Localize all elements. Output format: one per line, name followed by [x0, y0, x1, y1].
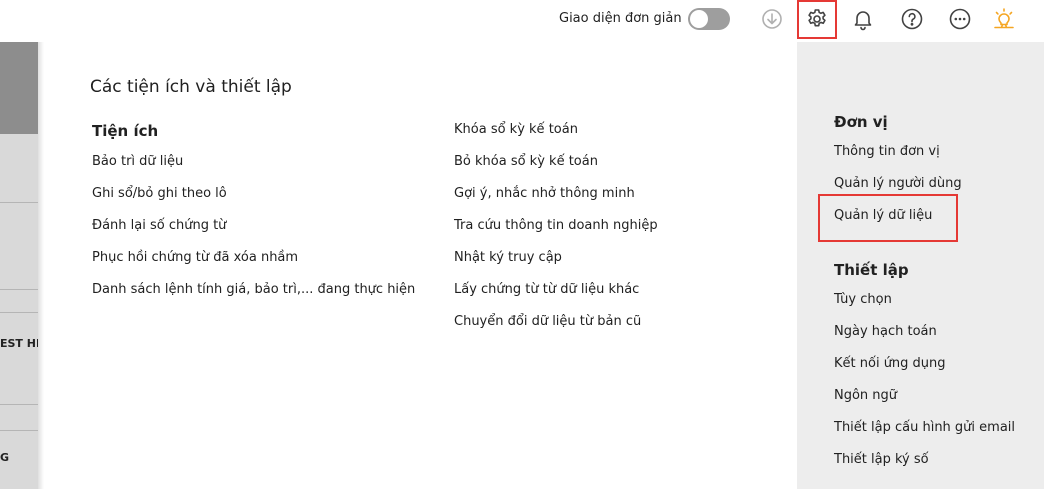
background-text-fragment: EST HE: [0, 337, 38, 350]
settings-heading: Thiết lập: [834, 261, 909, 279]
lightbulb-icon[interactable]: [990, 5, 1018, 33]
utilities-heading: Tiện ích: [92, 122, 159, 140]
link-access-log[interactable]: Nhật ký truy cập: [454, 250, 562, 265]
link-renumber-vouchers[interactable]: Đánh lại số chứng từ: [92, 218, 226, 233]
background-row-divider: [0, 430, 38, 431]
settings-highlight-box: [797, 0, 837, 39]
panel-shadow: [38, 42, 44, 489]
link-unlock-accounting-period[interactable]: Bỏ khóa sổ kỳ kế toán: [454, 154, 598, 169]
panel-title: Các tiện ích và thiết lập: [90, 77, 292, 97]
background-row-divider: [0, 312, 38, 313]
link-language[interactable]: Ngôn ngữ: [834, 388, 897, 403]
link-running-jobs-list[interactable]: Danh sách lệnh tính giá, bảo trì,... đan…: [92, 282, 415, 297]
link-convert-old-data[interactable]: Chuyển đổi dữ liệu từ bản cũ: [454, 314, 641, 329]
background-header-block: [0, 42, 38, 134]
link-company-lookup[interactable]: Tra cứu thông tin doanh nghiệp: [454, 218, 658, 233]
more-icon[interactable]: [946, 5, 974, 33]
link-lock-accounting-period[interactable]: Khóa sổ kỳ kế toán: [454, 122, 578, 137]
link-digital-signature[interactable]: Thiết lập ký số: [834, 452, 929, 467]
background-row-divider: [0, 404, 38, 405]
background-app-strip: EST HE G: [0, 42, 38, 489]
simple-mode-label: Giao diện đơn giản: [559, 11, 682, 26]
download-icon[interactable]: [758, 5, 786, 33]
link-email-config[interactable]: Thiết lập cấu hình gửi email: [834, 420, 1015, 435]
simple-mode-toggle[interactable]: [688, 8, 730, 30]
link-import-other-data[interactable]: Lấy chứng từ từ dữ liệu khác: [454, 282, 639, 297]
bell-icon[interactable]: [849, 5, 877, 33]
link-data-maintenance[interactable]: Bảo trì dữ liệu: [92, 154, 183, 169]
link-app-connections[interactable]: Kết nối ứng dụng: [834, 356, 946, 371]
background-row-divider: [0, 202, 38, 203]
link-options[interactable]: Tùy chọn: [834, 292, 892, 307]
link-restore-deleted-vouchers[interactable]: Phục hồi chứng từ đã xóa nhầm: [92, 250, 298, 265]
unit-heading: Đơn vị: [834, 113, 888, 131]
link-posting-date[interactable]: Ngày hạch toán: [834, 324, 937, 339]
link-unit-info[interactable]: Thông tin đơn vị: [834, 144, 940, 159]
help-icon[interactable]: [898, 5, 926, 33]
link-batch-posting[interactable]: Ghi sổ/bỏ ghi theo lô: [92, 186, 227, 201]
background-text-fragment: G: [0, 451, 10, 464]
toggle-knob: [690, 10, 708, 28]
data-management-highlight-box: [818, 194, 958, 242]
link-smart-reminders[interactable]: Gợi ý, nhắc nhở thông minh: [454, 186, 635, 201]
link-user-management[interactable]: Quản lý người dùng: [834, 176, 962, 191]
background-row-divider: [0, 289, 38, 290]
top-bar: Giao diện đơn giản: [0, 0, 1044, 42]
